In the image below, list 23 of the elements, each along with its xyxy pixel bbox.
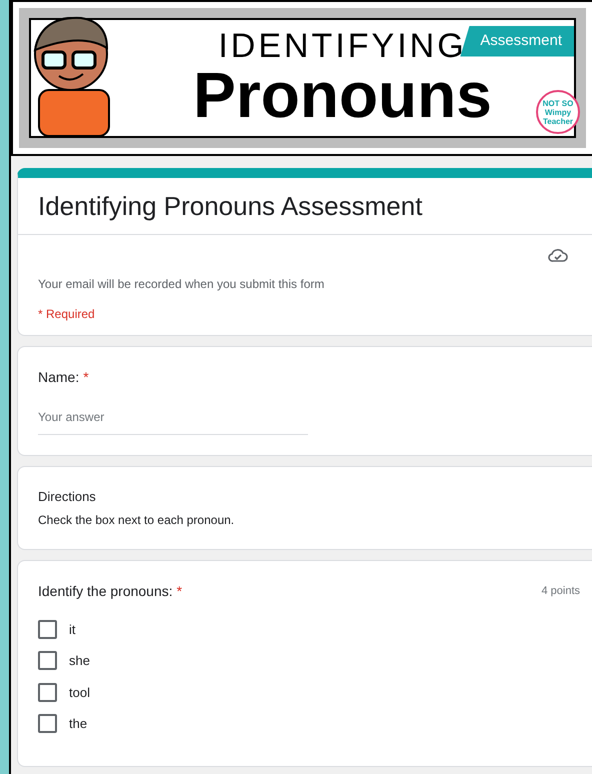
checkbox[interactable]	[38, 620, 57, 639]
cloud-check-icon	[548, 247, 568, 263]
checkbox[interactable]	[38, 651, 57, 670]
checkbox[interactable]	[38, 682, 57, 702]
question-label: Name:	[38, 368, 80, 387]
option-label: the	[69, 715, 88, 733]
logo-badge: NOT SO Wimpy Teacher	[536, 90, 580, 134]
option-label: she	[69, 652, 90, 670]
option-label: it	[69, 620, 76, 638]
directions-text: Check the box next to each pronoun.	[38, 512, 236, 528]
banner-title: Pronouns	[193, 63, 492, 127]
points-label: 4 points	[541, 584, 580, 599]
required-asterisk: *	[83, 368, 89, 387]
question-label: Identify the pronouns:	[38, 582, 173, 601]
required-asterisk: *	[176, 582, 182, 600]
directions-title: Directions	[38, 488, 97, 506]
assessment-tag: Assessment	[460, 26, 574, 56]
answer-field[interactable]: Your answer	[38, 408, 308, 435]
option-label: tool	[69, 684, 90, 702]
form-title: Identifying Pronouns Assessment	[37, 190, 424, 223]
required-notice: * Required	[38, 306, 96, 323]
checkbox[interactable]	[38, 714, 57, 734]
email-notice: Your email will be recorded when you submit this form	[38, 276, 326, 293]
